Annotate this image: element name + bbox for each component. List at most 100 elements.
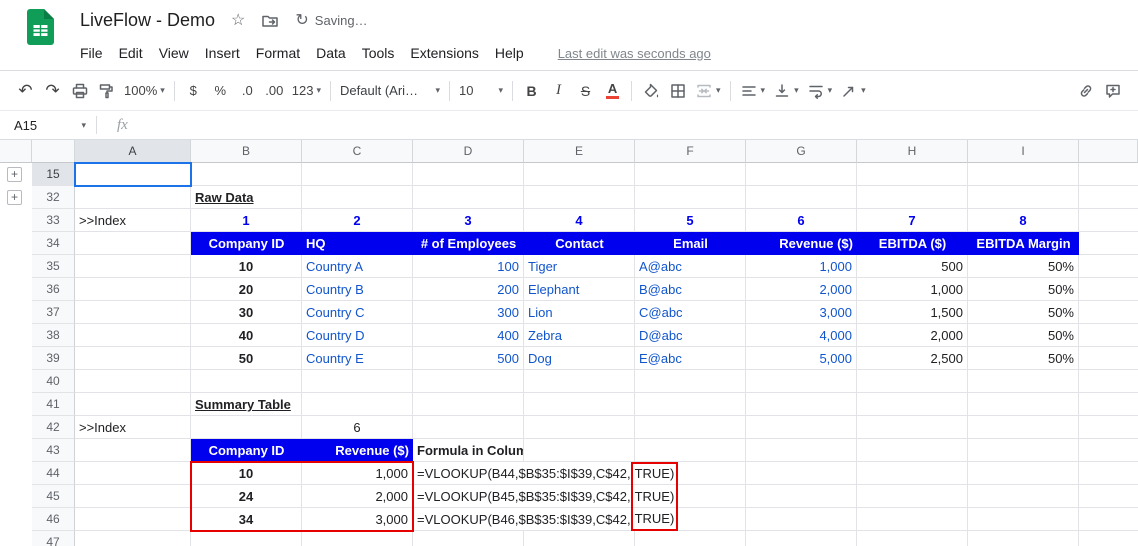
cell[interactable] (75, 508, 191, 531)
cell-H36[interactable]: 1,000 (857, 278, 968, 301)
cell[interactable] (968, 186, 1079, 209)
cell[interactable] (75, 370, 191, 393)
menu-edit[interactable]: Edit (111, 41, 151, 65)
italic-button[interactable]: I (545, 77, 572, 105)
cell[interactable] (524, 393, 635, 416)
cell-B44[interactable]: 10 (191, 462, 302, 485)
cell-G37[interactable]: 3,000 (746, 301, 857, 324)
cell-B34[interactable]: Company ID (191, 232, 302, 255)
cell[interactable] (413, 393, 524, 416)
column-header-A[interactable]: A (75, 140, 191, 163)
cell[interactable] (302, 393, 413, 416)
cell-B35[interactable]: 10 (191, 255, 302, 278)
cell[interactable] (968, 416, 1079, 439)
cell[interactable] (413, 186, 524, 209)
cell[interactable] (968, 508, 1079, 531)
cell[interactable] (746, 508, 857, 531)
cell[interactable] (857, 393, 968, 416)
cell[interactable] (1079, 416, 1138, 439)
row-header-34[interactable]: 34 (32, 232, 75, 255)
cell[interactable] (413, 416, 524, 439)
cell-B39[interactable]: 50 (191, 347, 302, 370)
cell[interactable] (75, 347, 191, 370)
cell[interactable] (968, 393, 1079, 416)
cell-F33[interactable]: 5 (635, 209, 746, 232)
cell[interactable] (524, 186, 635, 209)
cell[interactable] (1079, 232, 1138, 255)
row-header-15[interactable]: 15 (32, 163, 75, 186)
select-all-corner[interactable] (32, 140, 75, 163)
cell-I33[interactable]: 8 (968, 209, 1079, 232)
insert-comment-button[interactable] (1099, 77, 1126, 105)
cell[interactable] (1079, 370, 1138, 393)
cell[interactable] (857, 508, 968, 531)
cell-B37[interactable]: 30 (191, 301, 302, 324)
cell-H34[interactable]: EBITDA ($) (857, 232, 968, 255)
cell[interactable] (857, 462, 968, 485)
cell[interactable] (524, 370, 635, 393)
cell-C44[interactable]: 1,000 (302, 462, 413, 485)
cell[interactable] (524, 163, 635, 186)
cell-G33[interactable]: 6 (746, 209, 857, 232)
bold-button[interactable]: B (518, 77, 545, 105)
undo-button[interactable]: ↶ (12, 77, 39, 105)
cell[interactable] (746, 163, 857, 186)
column-header-D[interactable]: D (413, 140, 524, 163)
column-header-F[interactable]: F (635, 140, 746, 163)
cell[interactable] (1079, 209, 1138, 232)
cell-C42-index-value[interactable]: 6 (302, 416, 413, 439)
cell[interactable] (191, 370, 302, 393)
cell-D43-formula-caption[interactable]: Formula in Column C (413, 439, 524, 462)
column-header-E[interactable]: E (524, 140, 635, 163)
cell-E38[interactable]: Zebra (524, 324, 635, 347)
star-icon[interactable]: ☆ (231, 12, 245, 29)
cell[interactable] (75, 301, 191, 324)
menu-help[interactable]: Help (487, 41, 532, 65)
cell[interactable] (746, 416, 857, 439)
cell-B43[interactable]: Company ID (191, 439, 302, 462)
cell-F34[interactable]: Email (635, 232, 746, 255)
column-header-J[interactable] (1079, 140, 1138, 163)
cell[interactable] (1079, 163, 1138, 186)
cell[interactable] (75, 439, 191, 462)
cell[interactable] (635, 439, 746, 462)
cell[interactable] (635, 370, 746, 393)
column-header-H[interactable]: H (857, 140, 968, 163)
cell[interactable] (1079, 462, 1138, 485)
last-edit-link[interactable]: Last edit was seconds ago (558, 46, 711, 61)
cell[interactable] (302, 370, 413, 393)
cell-H35[interactable]: 500 (857, 255, 968, 278)
cell[interactable] (1079, 531, 1138, 546)
cell-D39[interactable]: 500 (413, 347, 524, 370)
row-header-37[interactable]: 37 (32, 301, 75, 324)
cell-B46[interactable]: 34 (191, 508, 302, 531)
cell-C45[interactable]: 2,000 (302, 485, 413, 508)
font-size-select[interactable]: 10 ▾ (455, 77, 507, 105)
horizontal-align-button[interactable]: ▾ (736, 77, 770, 105)
text-wrap-button[interactable]: ▾ (803, 77, 837, 105)
cell-B36[interactable]: 20 (191, 278, 302, 301)
cell[interactable] (191, 416, 302, 439)
cell-E37[interactable]: Lion (524, 301, 635, 324)
cell[interactable] (857, 370, 968, 393)
cell-G39[interactable]: 5,000 (746, 347, 857, 370)
cell-F37[interactable]: C@abc (635, 301, 746, 324)
row-header-33[interactable]: 33 (32, 209, 75, 232)
row-header-47[interactable]: 47 (32, 531, 75, 546)
cell-I39[interactable]: 50% (968, 347, 1079, 370)
cell-A42-index-label[interactable]: >>Index (75, 416, 191, 439)
cell[interactable] (635, 186, 746, 209)
cell-I35[interactable]: 50% (968, 255, 1079, 278)
cell-B38[interactable]: 40 (191, 324, 302, 347)
cell[interactable] (75, 232, 191, 255)
merge-cells-button[interactable]: ▾ (691, 77, 725, 105)
cell-C36[interactable]: Country B (302, 278, 413, 301)
column-header-I[interactable]: I (968, 140, 1079, 163)
cell[interactable] (635, 416, 746, 439)
cell[interactable] (1079, 255, 1138, 278)
cell-H33[interactable]: 7 (857, 209, 968, 232)
cell-H38[interactable]: 2,000 (857, 324, 968, 347)
move-to-folder-icon[interactable] (261, 12, 279, 30)
vertical-align-button[interactable]: ▾ (769, 77, 803, 105)
row-header-44[interactable]: 44 (32, 462, 75, 485)
